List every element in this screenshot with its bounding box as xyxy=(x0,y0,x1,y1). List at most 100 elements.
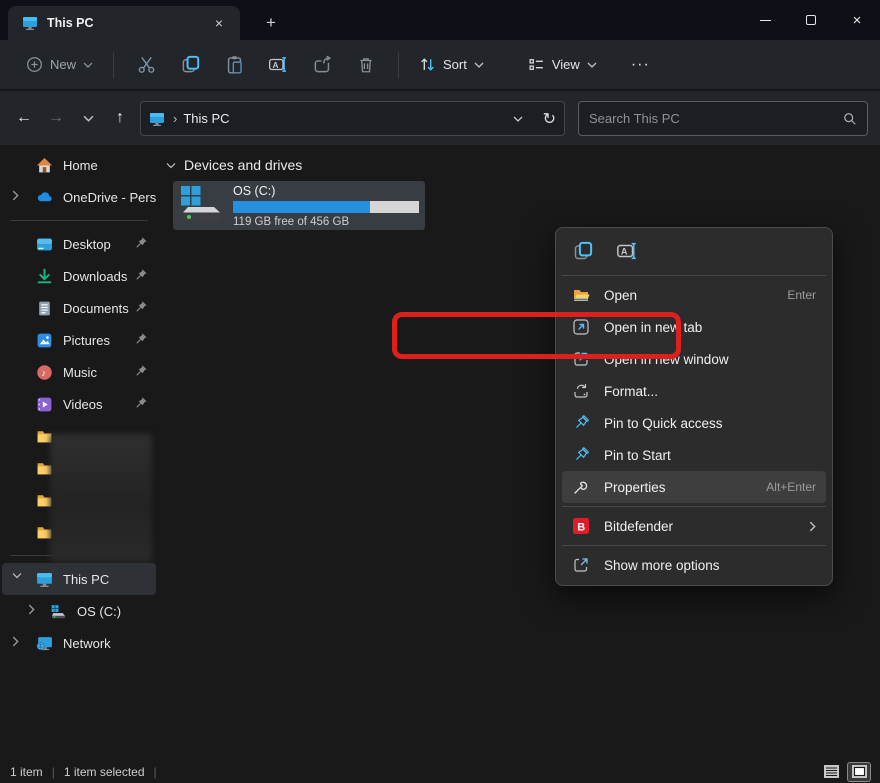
sidebar-item-music[interactable]: ♪ Music xyxy=(2,356,156,388)
chevron-down-icon xyxy=(587,62,597,68)
divider xyxy=(562,506,826,507)
recent-locations-button[interactable] xyxy=(72,102,104,134)
minimize-icon xyxy=(760,20,771,21)
menu-item-open-in-new-tab[interactable]: Open in new tab xyxy=(562,311,826,343)
tab-title: This PC xyxy=(47,16,208,30)
menu-item-properties[interactable]: Properties Alt+Enter xyxy=(562,471,826,503)
sidebar-item-documents[interactable]: Documents xyxy=(2,292,156,324)
search-input[interactable] xyxy=(589,111,843,126)
rename-quick-button[interactable]: A xyxy=(610,236,644,266)
pin-icon xyxy=(133,396,148,411)
drive-icon xyxy=(50,603,67,620)
delete-button[interactable] xyxy=(344,47,388,83)
share-button[interactable] xyxy=(300,47,344,83)
pin-icon xyxy=(133,300,148,315)
desktop-icon xyxy=(36,236,53,253)
command-bar: New A Sort View ··· xyxy=(0,40,880,90)
forward-button[interactable]: → xyxy=(40,102,72,134)
section-devices-and-drives[interactable]: Devices and drives xyxy=(166,157,302,173)
menu-item-pin-to-start[interactable]: Pin to Start xyxy=(562,439,826,471)
sidebar-item-home[interactable]: Home xyxy=(2,149,156,181)
address-bar[interactable]: › This PC ↻ xyxy=(140,101,565,136)
network-icon xyxy=(36,635,53,652)
copy-button[interactable] xyxy=(168,47,212,83)
address-dropdown-icon[interactable] xyxy=(513,116,523,122)
copy-icon xyxy=(181,55,200,74)
sidebar-item-os-c[interactable]: OS (C:) xyxy=(2,595,156,627)
home-icon xyxy=(36,157,53,174)
tab-this-pc[interactable]: This PC × xyxy=(8,6,240,40)
details-view-button[interactable] xyxy=(820,763,842,781)
menu-item-bitdefender[interactable]: B Bitdefender xyxy=(562,510,826,542)
pin-icon xyxy=(133,236,148,251)
selection-count: 1 item selected xyxy=(64,765,145,779)
more-options-button[interactable]: ··· xyxy=(621,52,660,78)
sidebar-item-network[interactable]: Network xyxy=(2,627,156,659)
copy-quick-button[interactable] xyxy=(566,236,600,266)
refresh-icon[interactable]: ↻ xyxy=(543,109,556,129)
navigation-bar: ← → ↑ › This PC ↻ xyxy=(0,91,880,145)
new-button[interactable]: New xyxy=(16,50,103,79)
pin-icon xyxy=(572,446,590,464)
divider xyxy=(398,52,399,78)
minimize-button[interactable] xyxy=(742,0,788,40)
menu-item-pin-to-quick-access[interactable]: Pin to Quick access xyxy=(562,407,826,439)
plus-circle-icon xyxy=(26,56,43,73)
rename-icon: A xyxy=(268,55,288,74)
wrench-icon xyxy=(572,478,590,496)
tab-close-icon[interactable]: × xyxy=(208,12,230,34)
chevron-down-icon xyxy=(83,62,93,68)
open-new-window-icon xyxy=(572,350,590,368)
sidebar-item-onedrive[interactable]: OneDrive - Persona xyxy=(2,181,156,213)
shortcut: Alt+Enter xyxy=(766,480,816,494)
chevron-down-icon xyxy=(166,162,176,169)
chevron-right-icon xyxy=(12,190,19,201)
menu-item-open-in-new-window[interactable]: Open in new window xyxy=(562,343,826,375)
this-pc-icon xyxy=(22,15,38,31)
pin-icon xyxy=(133,332,148,347)
music-icon: ♪ xyxy=(36,364,53,381)
svg-text:A: A xyxy=(272,60,278,70)
menu-item-format[interactable]: Format... xyxy=(562,375,826,407)
large-icons-view-button[interactable] xyxy=(848,763,870,781)
onedrive-icon xyxy=(36,189,53,206)
sidebar-item-pictures[interactable]: Pictures xyxy=(2,324,156,356)
pin-icon xyxy=(572,414,590,432)
view-label: View xyxy=(552,57,580,72)
sort-button[interactable]: Sort xyxy=(409,50,494,79)
close-button[interactable]: × xyxy=(834,0,880,40)
chevron-right-icon xyxy=(28,604,35,615)
blurred-folder-labels xyxy=(50,434,152,562)
maximize-button[interactable] xyxy=(788,0,834,40)
content-area: Home OneDrive - Persona Desktop xyxy=(0,145,880,760)
videos-icon xyxy=(36,396,53,413)
drive-free-space: 119 GB free of 456 GB xyxy=(233,216,419,228)
share-icon xyxy=(313,55,332,74)
title-bar: This PC × + × xyxy=(0,0,880,40)
sidebar-item-videos[interactable]: Videos xyxy=(2,388,156,420)
sort-label: Sort xyxy=(443,57,467,72)
pin-icon xyxy=(133,364,148,379)
search-box[interactable] xyxy=(578,101,868,136)
drive-tile-os-c[interactable]: OS (C:) 119 GB free of 456 GB xyxy=(173,181,425,230)
divider xyxy=(562,275,826,276)
new-tab-button[interactable]: + xyxy=(258,10,284,36)
sidebar-item-desktop[interactable]: Desktop xyxy=(2,228,156,260)
rename-button[interactable]: A xyxy=(256,47,300,83)
sidebar-item-this-pc[interactable]: This PC xyxy=(2,563,156,595)
menu-item-open[interactable]: Open Enter xyxy=(562,279,826,311)
svg-text:♪: ♪ xyxy=(41,368,46,379)
view-button[interactable]: View xyxy=(518,50,607,79)
sidebar-item-downloads[interactable]: Downloads xyxy=(2,260,156,292)
up-button[interactable]: ↑ xyxy=(104,102,136,134)
downloads-icon xyxy=(36,268,53,285)
search-icon[interactable] xyxy=(843,112,857,126)
breadcrumb[interactable]: This PC xyxy=(183,111,512,126)
sort-icon xyxy=(419,56,436,73)
item-count: 1 item xyxy=(10,765,43,779)
cut-button[interactable] xyxy=(124,47,168,83)
back-button[interactable]: ← xyxy=(8,102,40,134)
paste-button[interactable] xyxy=(212,47,256,83)
menu-item-show-more-options[interactable]: Show more options xyxy=(562,549,826,581)
divider xyxy=(10,220,148,221)
